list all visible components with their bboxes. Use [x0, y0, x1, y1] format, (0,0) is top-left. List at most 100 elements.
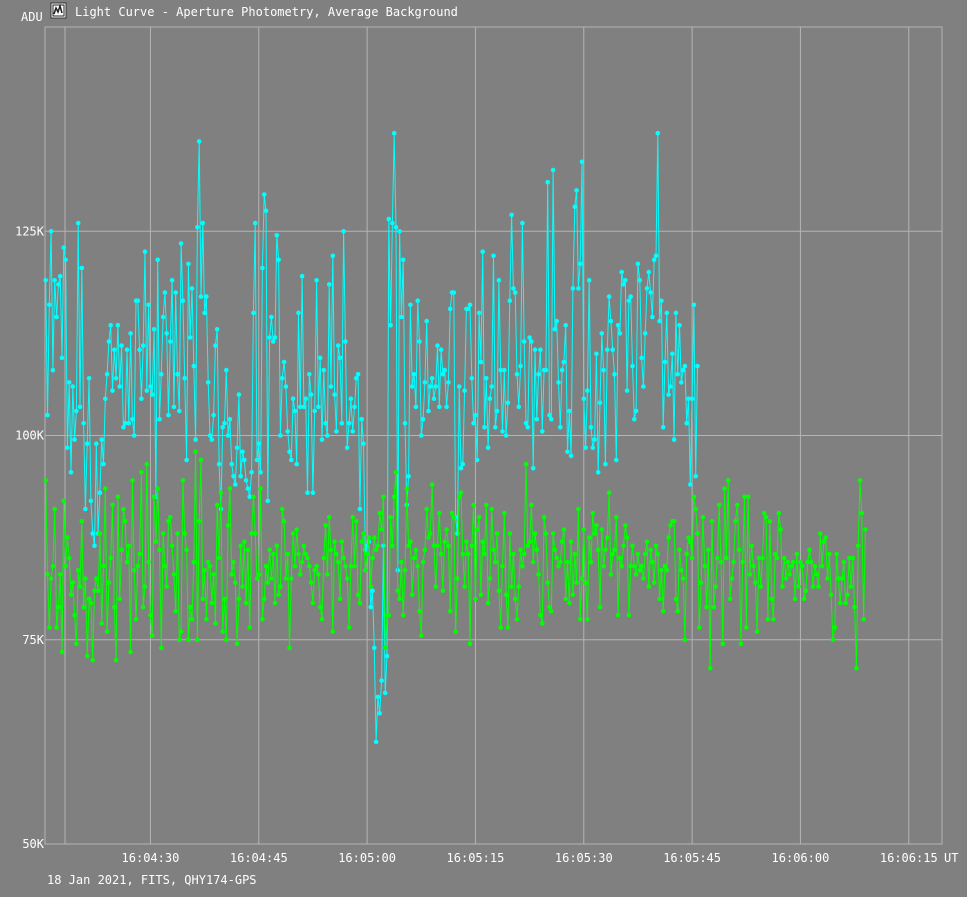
data-point	[319, 437, 325, 442]
data-point	[550, 167, 556, 173]
data-point	[491, 547, 496, 553]
data-point	[827, 551, 832, 557]
data-point	[771, 617, 776, 622]
data-point	[433, 384, 439, 389]
data-point	[440, 588, 446, 593]
data-point	[110, 502, 115, 508]
data-point	[391, 494, 397, 500]
data-point	[807, 547, 812, 553]
data-point	[117, 384, 122, 389]
data-point	[409, 592, 415, 598]
data-point	[162, 563, 168, 569]
data-point	[617, 331, 623, 336]
data-point	[491, 253, 496, 259]
data-point	[489, 506, 495, 512]
data-point	[567, 600, 572, 606]
data-point	[538, 612, 543, 618]
data-point	[169, 543, 175, 549]
data-point	[296, 551, 301, 557]
data-point	[444, 404, 449, 410]
data-point	[124, 559, 130, 565]
data-point	[444, 527, 449, 532]
data-point	[691, 302, 697, 308]
data-point	[182, 531, 187, 536]
data-point	[861, 617, 866, 622]
data-point	[108, 322, 113, 328]
data-point	[283, 384, 289, 389]
data-point	[590, 445, 596, 451]
x-tick-labels: 16:04:30 16:04:45 16:05:00 16:05:15 16:05:30…	[122, 851, 938, 865]
data-point	[420, 416, 426, 422]
data-point	[700, 514, 706, 520]
data-point	[682, 363, 688, 369]
data-point	[545, 179, 550, 185]
data-point	[660, 608, 666, 614]
data-point	[650, 314, 655, 320]
data-point	[196, 139, 202, 144]
data-point	[859, 510, 865, 516]
data-point	[209, 600, 215, 606]
data-point	[108, 555, 113, 561]
data-point	[83, 576, 88, 581]
data-point	[715, 555, 720, 561]
data-point	[113, 376, 119, 381]
data-point	[478, 592, 484, 598]
data-point	[124, 347, 130, 353]
data-point	[465, 551, 471, 557]
x-tick-label: 16:05:00	[338, 851, 396, 865]
data-point	[469, 376, 475, 381]
data-point	[251, 310, 256, 316]
data-point	[86, 596, 92, 602]
data-point	[559, 367, 565, 373]
title-bar: Light Curve - Aperture Photometry, Avera…	[50, 2, 458, 19]
data-point	[368, 604, 374, 610]
data-point	[619, 269, 624, 275]
data-point	[189, 286, 195, 291]
data-point	[648, 547, 653, 553]
data-point	[74, 408, 79, 414]
data-point	[101, 461, 106, 467]
data-point	[399, 559, 404, 565]
data-point	[558, 559, 563, 565]
data-point	[478, 359, 484, 365]
data-point	[357, 506, 363, 512]
data-point	[290, 396, 296, 402]
data-point	[471, 502, 476, 508]
data-point	[592, 437, 597, 442]
light-curve-icon[interactable]	[50, 2, 67, 19]
light-curve-chart: Light Curve - Aperture Photometry, Avera…	[15, 2, 958, 887]
data-point	[233, 580, 238, 585]
data-point	[830, 637, 836, 643]
data-point	[66, 380, 72, 385]
data-point	[133, 617, 139, 622]
data-point	[680, 367, 686, 373]
data-point	[666, 535, 671, 540]
data-point	[81, 604, 86, 610]
data-point	[305, 490, 310, 496]
data-point	[169, 278, 175, 283]
data-point	[563, 596, 568, 602]
data-point	[227, 416, 233, 422]
data-point	[86, 376, 92, 381]
data-point	[722, 486, 727, 491]
data-point	[177, 408, 182, 414]
data-point	[496, 278, 502, 283]
data-point	[760, 555, 765, 561]
data-point	[467, 641, 473, 647]
data-point	[106, 339, 112, 344]
data-point	[471, 420, 476, 426]
data-point	[411, 555, 417, 561]
data-point	[733, 519, 738, 524]
data-point	[140, 343, 146, 348]
data-point	[229, 572, 234, 577]
data-point	[57, 572, 63, 577]
data-point	[159, 645, 164, 651]
data-point	[572, 204, 578, 209]
data-point	[507, 298, 513, 304]
data-point	[451, 290, 457, 295]
data-point	[294, 461, 300, 467]
data-point	[675, 608, 680, 614]
data-point	[344, 576, 350, 581]
data-point	[240, 449, 245, 455]
data-point	[512, 290, 518, 295]
